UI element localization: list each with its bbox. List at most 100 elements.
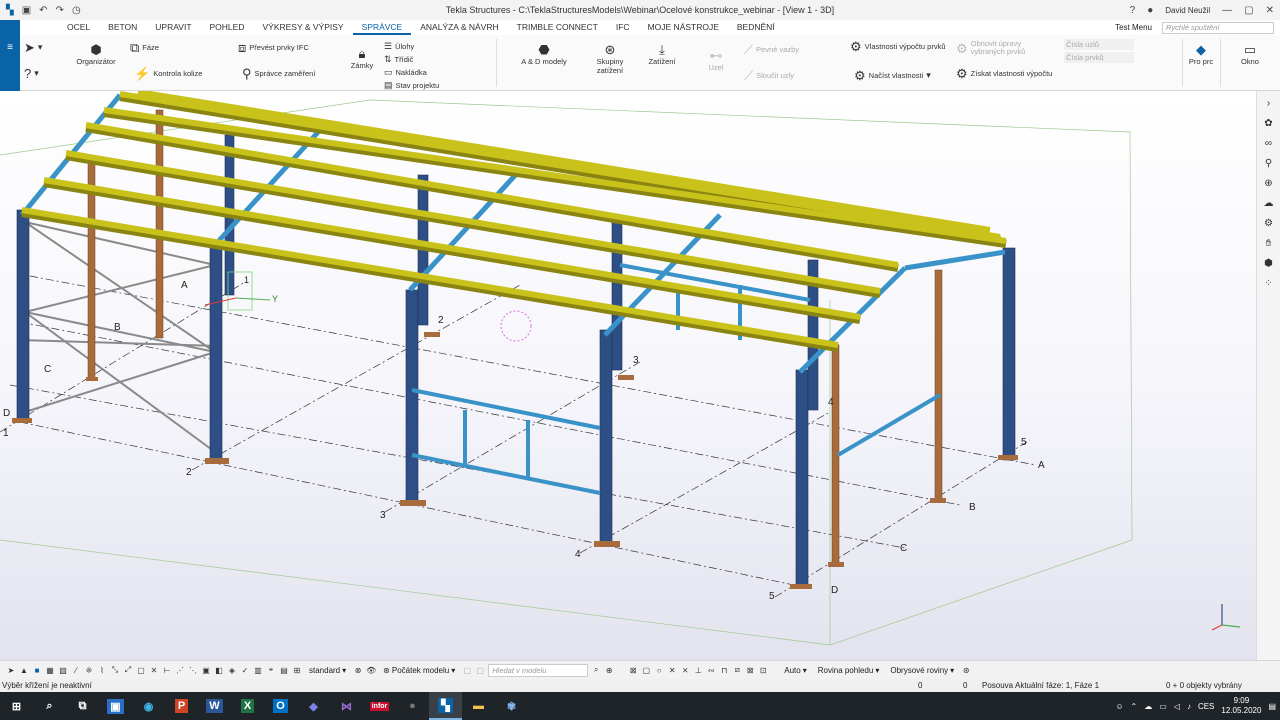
tab-pohled[interactable]: POHLED xyxy=(201,20,254,35)
expand-panel-icon[interactable]: › xyxy=(1267,97,1270,111)
undo-icon[interactable]: ↶ xyxy=(39,5,47,16)
search-icon[interactable]: ⌕ xyxy=(591,665,601,675)
select-tool-button[interactable]: ➤ ▾ xyxy=(24,41,42,54)
user-name[interactable]: David Neužil xyxy=(1165,6,1210,15)
properties-icon[interactable]: ✿ xyxy=(1264,117,1272,131)
pro-button[interactable]: ◆ Pro prc xyxy=(1184,43,1218,66)
outline-planes-dropdown[interactable]: Obrysové roviny ▾ xyxy=(886,666,958,675)
snap-square-icon[interactable]: ▢ xyxy=(641,666,651,675)
filter-settings-icon[interactable]: ⊗ xyxy=(353,666,363,675)
tab-v-kresy-v-pisy[interactable]: VÝKRESY & VÝPISY xyxy=(253,20,352,35)
tab-beton[interactable]: BETON xyxy=(99,20,146,35)
obs-icon[interactable]: ● xyxy=(396,692,429,720)
select-welds-icon[interactable]: ⌇ xyxy=(97,666,107,675)
word-icon[interactable]: W xyxy=(198,692,231,720)
help-icon[interactable]: ? xyxy=(1130,5,1136,16)
link-icon[interactable]: ∞ xyxy=(1265,137,1272,151)
hand-icon[interactable]: ✋︎ xyxy=(1266,237,1272,251)
app-menu-strip[interactable]: ≡ xyxy=(0,20,20,91)
folder-icon[interactable]: ▬ xyxy=(462,692,495,720)
select-line-icon[interactable]: ⁄ xyxy=(71,666,81,675)
merge-nodes-button[interactable]: ⟋ Sloučit uzly xyxy=(744,69,794,82)
hamburger-icon[interactable]: ≡ xyxy=(0,42,20,53)
tray-chevron-icon[interactable]: ⌃ xyxy=(1131,702,1138,711)
edge-icon[interactable]: ◉ xyxy=(132,692,165,720)
model-canvas[interactable]: A B C D 1 2 2 3 3 4 4 5 5 A B C D Y 1 xyxy=(0,91,1256,660)
file-explorer-icon[interactable]: ▣ xyxy=(99,692,132,720)
snap-plane-icon[interactable]: ▤ xyxy=(279,666,289,675)
sorter-button[interactable]: ⇅ Třídič xyxy=(384,53,413,66)
tray-cloud-icon[interactable]: ☁ xyxy=(1144,702,1152,711)
ad-models-button[interactable]: ⬣ A & D modely xyxy=(514,43,574,66)
refresh-selected-button[interactable]: ⚙ Obnovit úpravy vybraných prvků xyxy=(956,40,1056,56)
phases-button[interactable]: ⧉ Fáze xyxy=(130,41,159,54)
snap-override-icon[interactable]: ⊞ xyxy=(292,666,302,675)
tab-spr-vce[interactable]: SPRÁVCE xyxy=(352,20,412,35)
search-icon[interactable]: ⌕ xyxy=(33,692,66,720)
task-view-icon[interactable]: ⧉ xyxy=(66,692,99,720)
select-part-icon[interactable]: ■ xyxy=(32,666,42,675)
node-button[interactable]: ⊷ Uzel xyxy=(696,49,736,72)
loading-button[interactable]: ▭ Nakládka xyxy=(384,66,427,79)
search-model-input[interactable]: Hledat v modelu xyxy=(488,663,589,677)
close-icon[interactable]: ✕ xyxy=(1266,5,1274,16)
view-plane-dropdown[interactable]: Rovina pohledu ▾ xyxy=(814,666,884,675)
redo-icon[interactable]: ↷ xyxy=(56,5,64,16)
outlook-icon[interactable]: O xyxy=(264,692,297,720)
snap-ends-icon[interactable]: ⤡ xyxy=(110,665,120,675)
powerpoint-icon[interactable]: P xyxy=(165,692,198,720)
snap-x2-icon[interactable]: ⨯ xyxy=(680,666,690,675)
globe-icon[interactable]: ⊕ xyxy=(1264,177,1272,191)
tekla-icon[interactable]: ▚ xyxy=(429,692,462,720)
quick-launch-input[interactable]: Rychlé spuštění xyxy=(1162,21,1274,34)
tray-network-icon[interactable]: ▭ xyxy=(1159,702,1167,711)
snap-ortho-icon[interactable]: ⧄ xyxy=(732,665,742,675)
query-tool-button[interactable]: ? ▾ xyxy=(24,67,39,80)
notifications-icon[interactable]: ▤ xyxy=(1268,702,1276,711)
auto-dropdown[interactable]: Auto ▾ xyxy=(780,666,810,675)
load-groups-button[interactable]: ⊛ Skupiny zatížení xyxy=(588,43,632,75)
loads-button[interactable]: ⤓ Zatížení xyxy=(640,43,684,66)
cloud-icon[interactable]: ☁ xyxy=(1264,197,1274,211)
snap-circle-icon[interactable]: ○ xyxy=(654,666,664,675)
locks-button[interactable]: 🔒︎ Zámky xyxy=(346,47,378,70)
snap-mid-icon[interactable]: ⤢ xyxy=(123,665,133,675)
snap-geometry-icon[interactable]: ⋱ xyxy=(188,666,198,675)
select-component-icon[interactable]: ▧ xyxy=(58,666,68,675)
work-plane-dropdown[interactable]: ⊛ Počátek modelu ▾ xyxy=(379,666,459,675)
snap-any-icon[interactable]: ⋰ xyxy=(175,666,185,675)
visual-studio-icon[interactable]: ⋈ xyxy=(330,692,363,720)
tray-people-icon[interactable]: ☺ xyxy=(1115,702,1123,711)
organizer-button[interactable]: ⬢ Organizátor xyxy=(72,43,120,66)
save-icon[interactable]: ▣ xyxy=(22,5,31,16)
clash-check-button[interactable]: ⚡ Kontrola kolize xyxy=(134,67,202,80)
tab-ocel[interactable]: OCEL xyxy=(58,20,99,35)
snap-edge-icon[interactable]: ◈ xyxy=(227,666,237,675)
snap-extra-icon[interactable]: ⊡ xyxy=(758,666,768,675)
test-menu[interactable]: Test Menu xyxy=(1115,23,1152,32)
snap-intersect-icon[interactable]: ✕ xyxy=(149,666,159,675)
selection-filter-dropdown[interactable]: standard ▾ xyxy=(305,666,350,675)
maximize-icon[interactable]: ▢ xyxy=(1244,5,1253,16)
component-icon[interactable]: ⁘ xyxy=(1264,277,1272,291)
teams-icon[interactable]: ◆ xyxy=(297,692,330,720)
search-options-icon[interactable]: ⊕ xyxy=(604,666,614,675)
minimize-icon[interactable]: — xyxy=(1222,5,1232,16)
view-eye-icon[interactable]: 👁︎ xyxy=(366,666,376,675)
visibility-icon[interactable]: ⊛ xyxy=(961,666,971,675)
tray-language[interactable]: CES xyxy=(1198,702,1214,711)
rigid-links-button[interactable]: ⟋ Pevné vazby xyxy=(744,43,799,56)
tab-bedn-n-[interactable]: BEDNĚNÍ xyxy=(728,20,784,35)
tab-moje-n-stroje[interactable]: MOJE NÁSTROJE xyxy=(639,20,728,35)
select-points-icon[interactable]: ⁜ xyxy=(84,666,94,675)
snap-perp2-icon[interactable]: ⊥ xyxy=(693,666,703,675)
tray-mic-icon[interactable]: ♪ xyxy=(1187,702,1191,711)
tekla-alt-icon[interactable]: ✾ xyxy=(495,692,528,720)
part-numbers-button[interactable]: Čísla prvků xyxy=(1064,52,1134,63)
calc-props-button[interactable]: ⚙ Vlastnosti výpočtu prvků xyxy=(850,40,950,53)
snap-box-icon[interactable]: ⊠ xyxy=(628,666,638,675)
windows-start-icon[interactable]: ⊞ xyxy=(0,692,33,720)
settings-icon[interactable]: ⚙ xyxy=(1264,217,1273,231)
window-button[interactable]: ▭ Okno xyxy=(1230,43,1270,66)
tasks-button[interactable]: ☰ Úlohy xyxy=(384,40,414,53)
